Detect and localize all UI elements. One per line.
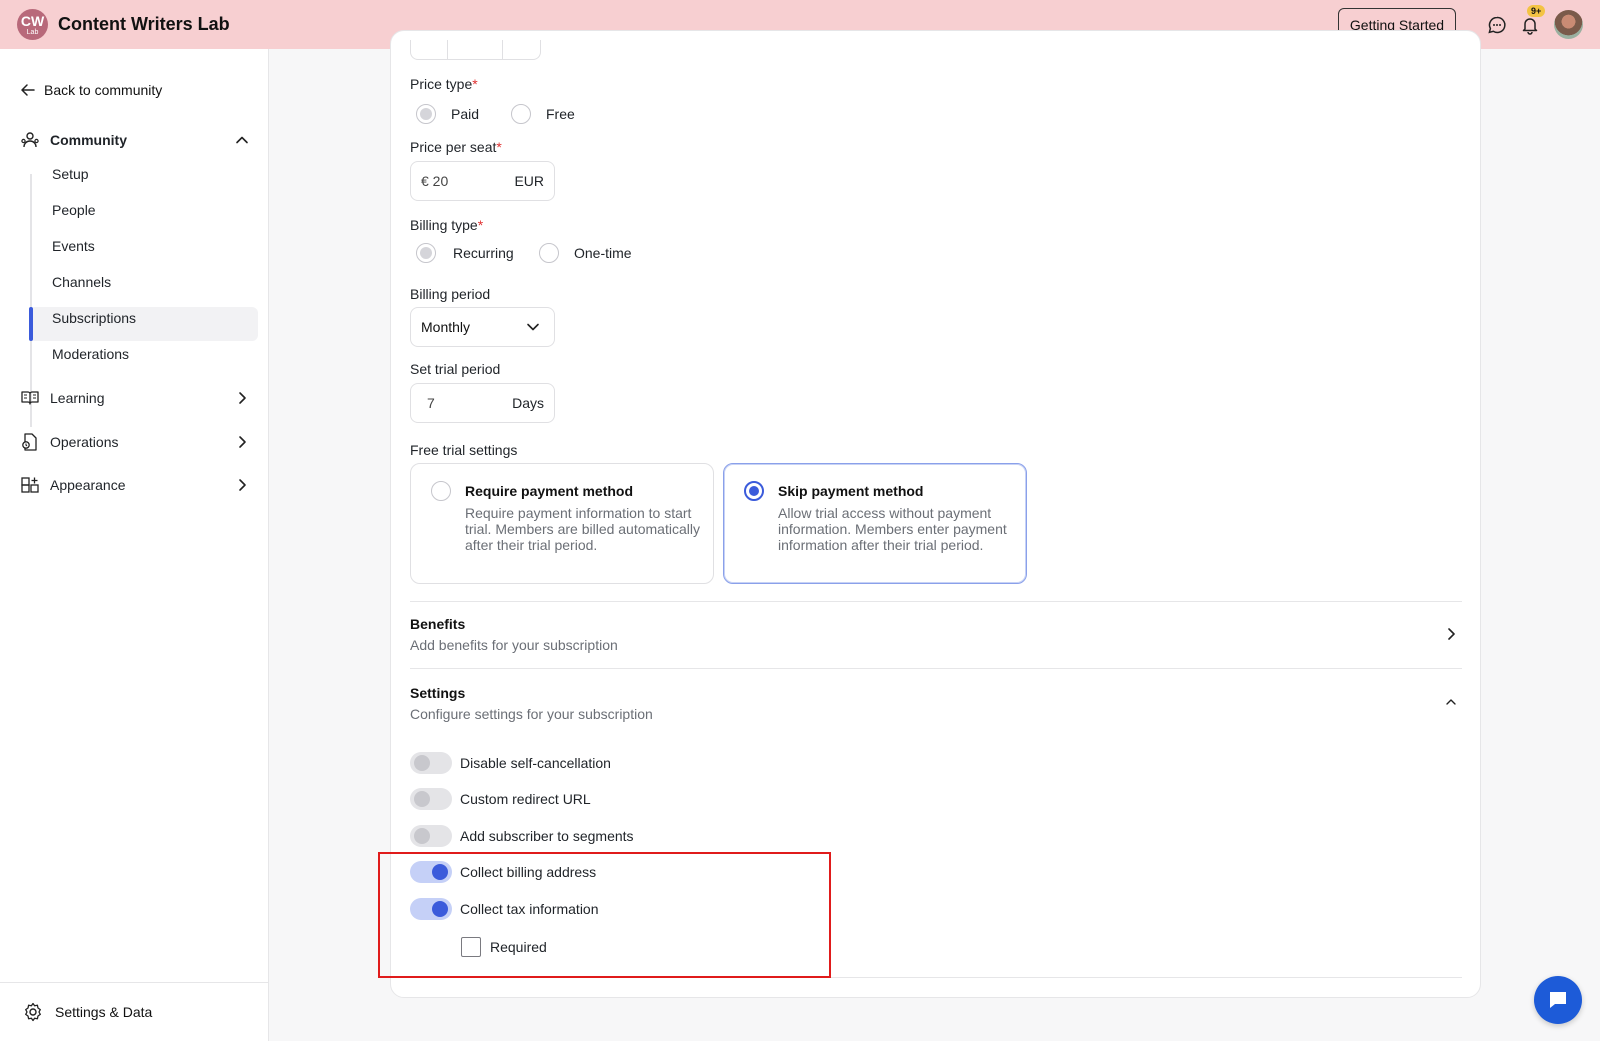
sidebar-item-people[interactable]: People bbox=[52, 202, 96, 218]
community-icon bbox=[20, 130, 40, 150]
sidebar-group-appearance[interactable]: Appearance bbox=[20, 475, 250, 495]
billing-type-one-time-option[interactable]: One-time bbox=[539, 243, 632, 263]
arrow-left-icon bbox=[21, 84, 35, 96]
chevron-right-icon[interactable] bbox=[234, 390, 250, 406]
chat-bubble-icon bbox=[1550, 992, 1566, 1008]
sidebar-group-community[interactable]: Community bbox=[20, 130, 250, 150]
require-payment-method-card[interactable]: Require payment method Require payment i… bbox=[410, 463, 714, 584]
sidebar-item-subscriptions[interactable]: Subscriptions bbox=[52, 310, 136, 326]
chevron-right-icon[interactable] bbox=[1444, 627, 1458, 641]
sidebar: Back to community Community Setup People… bbox=[0, 49, 269, 1041]
support-chat-button[interactable] bbox=[1534, 976, 1582, 1024]
custom-redirect-url-toggle-row: Custom redirect URL bbox=[410, 788, 591, 810]
disable-self-cancellation-toggle[interactable] bbox=[410, 752, 452, 774]
sidebar-item-events[interactable]: Events bbox=[52, 238, 95, 254]
free-trial-settings-label: Free trial settings bbox=[410, 442, 518, 458]
highlight-box bbox=[378, 852, 831, 978]
benefits-title: Benefits bbox=[410, 616, 466, 632]
chevron-right-icon[interactable] bbox=[234, 477, 250, 493]
back-to-community-link[interactable]: Back to community bbox=[20, 82, 162, 98]
disable-self-cancellation-toggle-row: Disable self-cancellation bbox=[410, 752, 611, 774]
sidebar-footer: Settings & Data bbox=[0, 982, 268, 1041]
chevron-up-icon[interactable] bbox=[234, 132, 250, 148]
radio-recurring[interactable] bbox=[416, 243, 436, 263]
price-type-free-option[interactable]: Free bbox=[511, 104, 575, 124]
sidebar-group-operations[interactable]: Operations bbox=[20, 432, 250, 452]
previous-field-stub bbox=[410, 40, 541, 60]
chat-icon[interactable] bbox=[1485, 13, 1509, 37]
trial-period-input[interactable]: 7 Days bbox=[410, 383, 555, 423]
gear-icon bbox=[25, 1002, 41, 1022]
billing-period-label: Billing period bbox=[410, 286, 491, 302]
sidebar-item-setup[interactable]: Setup bbox=[52, 166, 89, 182]
settings-title: Settings bbox=[410, 685, 466, 701]
divider bbox=[410, 668, 1462, 669]
price-per-seat-input[interactable]: € 20 EUR bbox=[410, 161, 555, 201]
grid-plus-icon bbox=[20, 475, 40, 495]
price-type-paid-option[interactable]: Paid bbox=[416, 104, 479, 124]
app-logo[interactable]: CW Lab bbox=[17, 9, 48, 40]
billing-type-label: Billing type* bbox=[410, 217, 484, 233]
price-type-label: Price type* bbox=[410, 76, 478, 92]
book-icon bbox=[20, 388, 40, 408]
radio-free[interactable] bbox=[511, 104, 531, 124]
billing-type-recurring-option[interactable]: Recurring bbox=[416, 243, 514, 263]
add-subscriber-to-segments-toggle-row: Add subscriber to segments bbox=[410, 825, 634, 847]
custom-redirect-url-toggle[interactable] bbox=[410, 788, 452, 810]
radio-paid[interactable] bbox=[416, 104, 436, 124]
operations-icon bbox=[20, 432, 40, 452]
chevron-right-icon[interactable] bbox=[234, 434, 250, 450]
benefits-subtitle: Add benefits for your subscription bbox=[410, 637, 618, 653]
app-title: Content Writers Lab bbox=[58, 14, 230, 34]
settings-subtitle: Configure settings for your subscription bbox=[410, 706, 653, 722]
sidebar-item-moderations[interactable]: Moderations bbox=[52, 346, 129, 362]
chevron-up-icon[interactable] bbox=[1444, 695, 1458, 709]
radio-one-time[interactable] bbox=[539, 243, 559, 263]
avatar[interactable] bbox=[1554, 10, 1583, 39]
radio-skip-payment[interactable] bbox=[744, 481, 764, 501]
chevron-down-icon bbox=[526, 320, 540, 337]
price-per-seat-label: Price per seat* bbox=[410, 139, 502, 155]
trial-period-label: Set trial period bbox=[410, 361, 501, 377]
radio-require-payment[interactable] bbox=[431, 481, 451, 501]
skip-payment-method-card[interactable]: Skip payment method Allow trial access w… bbox=[723, 463, 1027, 584]
subnav-active-indicator bbox=[29, 307, 33, 341]
sidebar-item-channels[interactable]: Channels bbox=[52, 274, 111, 290]
sidebar-group-learning[interactable]: Learning bbox=[20, 388, 250, 408]
settings-data-link[interactable]: Settings & Data bbox=[23, 1002, 152, 1022]
add-subscriber-to-segments-toggle[interactable] bbox=[410, 825, 452, 847]
billing-period-select[interactable]: Monthly bbox=[410, 307, 555, 347]
notification-badge: 9+ bbox=[1527, 5, 1546, 17]
divider bbox=[410, 601, 1462, 602]
